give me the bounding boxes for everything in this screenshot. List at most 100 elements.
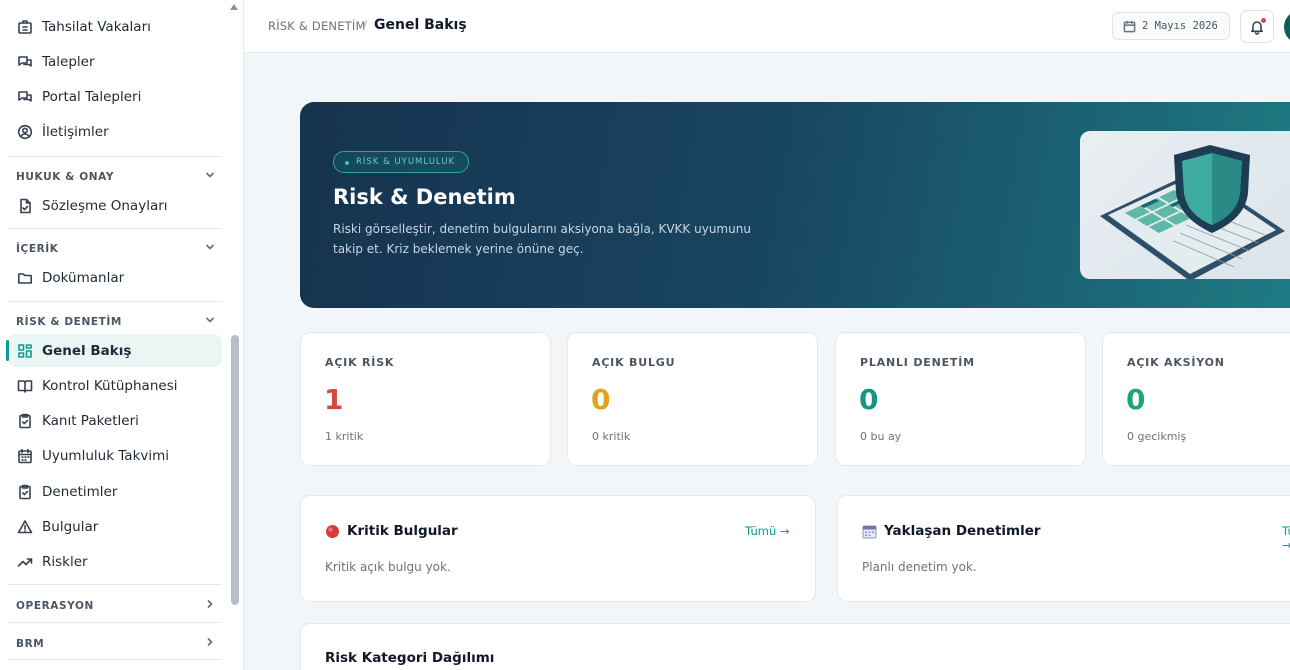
sidebar-scrollbar[interactable] (231, 335, 239, 605)
sidebar-item-label: Uyumluluk Takvimi (42, 447, 170, 464)
sidebar-item-label: Sözleşme Onayları (42, 197, 168, 214)
stat-label: PLANLI DENETİM (860, 356, 975, 369)
view-all-link[interactable]: Tümü → (745, 524, 790, 538)
chat-icon (16, 53, 33, 70)
sidebar: Tahsilat Vakaları Talepler Portal Talepl… (0, 0, 244, 670)
critical-findings-panel: Kritik Bulgular Tümü → Kritik açık bulgu… (300, 495, 816, 602)
panel-title-text: Yaklaşan Denetimler (884, 523, 1041, 539)
sidebar-item-tahsilat-vakalari[interactable]: Tahsilat Vakaları (8, 10, 222, 43)
sidebar-item-label: İletişimler (42, 123, 109, 140)
sidebar-item-genel-bakis[interactable]: Genel Bakış (6, 334, 222, 367)
sidebar-item-label: Denetimler (42, 483, 118, 500)
stat-subtext: 0 bu ay (860, 430, 902, 443)
section-label: İÇERİK (16, 242, 59, 255)
stat-value: 0 (1126, 383, 1146, 416)
stat-value: 1 (324, 383, 344, 416)
stat-card-acik-risk[interactable]: AÇIK RİSK 1 1 kritik (300, 332, 551, 466)
chevron-right-icon (204, 636, 216, 651)
building-icon (16, 18, 33, 35)
section-hukuk-onay[interactable]: HUKUK & ONAY (16, 169, 216, 184)
sidebar-divider (8, 659, 222, 660)
hero-badge: RİSK & UYUMLULUK (333, 151, 470, 173)
page-title: Genel Bakış (374, 17, 467, 33)
chevron-down-icon (204, 314, 216, 329)
sidebar-item-label: Tahsilat Vakaları (42, 18, 151, 35)
section-label: RİSK & DENETİM (16, 315, 122, 328)
stat-label: AÇIK BULGU (592, 356, 676, 369)
stat-value: 0 (859, 383, 879, 416)
sidebar-item-kanit-paketleri[interactable]: Kanıt Paketleri (8, 404, 222, 437)
sidebar-divider (8, 584, 222, 585)
clipboard-check-icon (16, 483, 33, 500)
stat-label: AÇIK AKSİYON (1127, 356, 1225, 369)
panel-title: Risk Kategori Dağılımı (325, 650, 494, 666)
breadcrumb-parent[interactable]: RİSK & DENETİM (268, 19, 366, 33)
sidebar-item-uyumluluk-takvimi[interactable]: Uyumluluk Takvimi (8, 439, 222, 472)
grid-icon (16, 342, 33, 359)
scroll-up-arrow[interactable] (230, 4, 238, 10)
calendar-icon (862, 524, 877, 539)
sidebar-item-denetimler[interactable]: Denetimler (8, 475, 222, 508)
panel-title-text: Kritik Bulgular (347, 523, 458, 539)
sidebar-item-label: Talepler (42, 53, 95, 70)
sidebar-item-label: Kanıt Paketleri (42, 412, 139, 429)
notifications-button[interactable] (1240, 10, 1274, 43)
hero-banner: RİSK & UYUMLULUK Risk & Denetim Riski gö… (300, 102, 1290, 308)
section-icerik[interactable]: İÇERİK (16, 241, 216, 256)
stat-subtext: 0 kritik (592, 430, 631, 443)
sidebar-item-riskler[interactable]: Riskler (8, 545, 222, 578)
topbar: RİSK & DENETİM / Genel Bakış 2 Mayıs 202… (244, 0, 1290, 53)
sidebar-item-dokumanlar[interactable]: Dokümanlar (8, 261, 222, 294)
stat-subtext: 0 gecikmiş (1127, 430, 1187, 443)
section-operasyon[interactable]: OPERASYON (16, 598, 216, 613)
chevron-down-icon (204, 241, 216, 256)
file-check-icon (16, 197, 33, 214)
sidebar-divider (8, 228, 222, 229)
section-label: BRM (16, 637, 45, 650)
sidebar-item-label: Portal Talepleri (42, 88, 142, 105)
sidebar-item-bulgular[interactable]: Bulgular (8, 510, 222, 543)
red-circle-icon (325, 524, 340, 539)
sidebar-item-talepler[interactable]: Talepler (8, 45, 222, 78)
chevron-right-icon (204, 598, 216, 613)
upcoming-audits-panel: Yaklaşan Denetimler Tümü → Planlı deneti… (837, 495, 1290, 602)
user-circle-icon (16, 123, 33, 140)
clipboard-icon (16, 412, 33, 429)
date-text: 2 Mayıs 2026 (1142, 20, 1218, 32)
sidebar-item-iletisimler[interactable]: İletişimler (8, 115, 222, 148)
stat-card-planli-denetim[interactable]: PLANLI DENETİM 0 0 bu ay (835, 332, 1086, 466)
stat-label: AÇIK RİSK (325, 356, 395, 369)
empty-state-text: Planlı denetim yok. (862, 560, 977, 574)
calendar-icon (1123, 20, 1136, 32)
sidebar-item-label: Dokümanlar (42, 269, 125, 286)
panel-title: Kritik Bulgular (325, 523, 458, 539)
alert-triangle-icon (16, 518, 33, 535)
hero-title: Risk & Denetim (333, 185, 516, 209)
avatar[interactable] (1284, 10, 1290, 44)
section-brm[interactable]: BRM (16, 636, 216, 651)
view-all-link[interactable]: Tümü → (1282, 524, 1290, 552)
notification-dot (1261, 18, 1266, 23)
chevron-down-icon (204, 169, 216, 184)
panel-title-text: Risk Kategori Dağılımı (325, 650, 495, 666)
panel-title: Yaklaşan Denetimler (862, 523, 1041, 539)
book-icon (16, 377, 33, 394)
stat-value: 0 (591, 383, 611, 416)
empty-state-text: Kritik açık bulgu yok. (325, 560, 451, 574)
sidebar-divider (8, 156, 222, 157)
breadcrumb-separator: / (363, 18, 368, 32)
stat-card-acik-aksiyon[interactable]: AÇIK AKSİYON 0 0 gecikmiş (1102, 332, 1290, 466)
risk-category-panel: Risk Kategori Dağılımı (300, 623, 1290, 670)
chat-icon (16, 88, 33, 105)
stat-card-acik-bulgu[interactable]: AÇIK BULGU 0 0 kritik (567, 332, 818, 466)
section-label: HUKUK & ONAY (16, 170, 115, 183)
sidebar-item-sozlesme-onaylari[interactable]: Sözleşme Onayları (8, 189, 222, 222)
sidebar-item-portal-talepleri[interactable]: Portal Talepleri (8, 80, 222, 113)
sidebar-item-kontrol-kutuphanesi[interactable]: Kontrol Kütüphanesi (8, 369, 222, 402)
section-label: OPERASYON (16, 599, 94, 612)
section-risk-denetim[interactable]: RİSK & DENETİM (16, 314, 216, 329)
sidebar-item-label: Kontrol Kütüphanesi (42, 377, 178, 394)
sidebar-divider (8, 301, 222, 302)
sidebar-item-label: Riskler (42, 553, 88, 570)
sidebar-item-label: Genel Bakış (42, 342, 132, 359)
